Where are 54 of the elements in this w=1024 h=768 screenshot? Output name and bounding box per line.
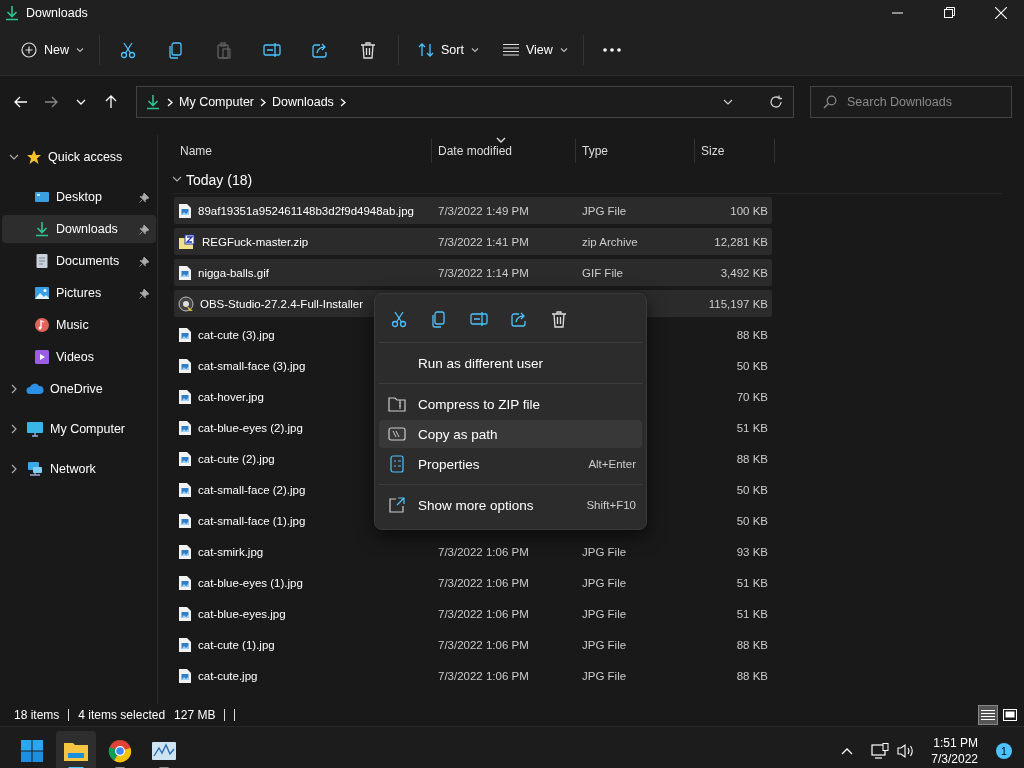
- size-cell: 51 KB: [736, 576, 768, 589]
- file-name: cat-cute (3).jpg: [198, 328, 275, 341]
- date-cell: 7/3/2022 1:06 PM: [438, 607, 529, 620]
- date-cell: 7/3/2022 1:14 PM: [438, 266, 529, 279]
- clock-date: 7/3/2022: [931, 751, 978, 767]
- file-name: cat-hover.jpg: [198, 390, 264, 403]
- file-name: REGFuck-master.zip: [202, 235, 309, 248]
- size-cell: 100 KB: [730, 204, 768, 217]
- window-title: Downloads: [26, 5, 89, 20]
- status-text: 4 items selected: [78, 709, 167, 721]
- file-name: cat-smirk.jpg: [198, 545, 264, 558]
- type-cell: JPG File: [582, 669, 627, 682]
- size-cell: 12,281 KB: [714, 235, 768, 248]
- date-cell: 7/3/2022 1:06 PM: [438, 669, 529, 682]
- clock-time: 1:51 PM: [933, 735, 978, 751]
- type-cell: zip Archive: [582, 235, 638, 248]
- type-cell: JPG File: [582, 576, 627, 589]
- file-name: cat-small-face (3).jpg: [198, 359, 306, 372]
- size-cell: 88 KB: [736, 328, 768, 341]
- size-cell: 93 KB: [736, 545, 768, 558]
- file-name: nigga-balls.gif: [198, 266, 269, 279]
- date-cell: 7/3/2022 1:06 PM: [438, 638, 529, 651]
- size-cell: 50 KB: [736, 483, 768, 496]
- type-cell: GIF File: [582, 266, 623, 279]
- date-cell: 7/3/2022 1:41 PM: [438, 235, 529, 248]
- file-name: cat-cute (2).jpg: [198, 452, 275, 465]
- date-cell: 7/3/2022 1:49 PM: [438, 204, 529, 217]
- date-cell: 7/3/2022 1:06 PM: [438, 545, 529, 558]
- size-cell: 88 KB: [736, 638, 768, 651]
- file-name: cat-blue-eyes (2).jpg: [198, 421, 303, 434]
- type-cell: JPG File: [582, 607, 627, 620]
- type-cell: JPG File: [582, 545, 627, 558]
- status-text: 127 MB: [174, 709, 226, 721]
- file-name: cat-small-face (2).jpg: [198, 483, 306, 496]
- size-cell: 3,492 KB: [720, 266, 768, 279]
- size-cell: 88 KB: [736, 452, 768, 465]
- status-text: 18 items: [14, 709, 70, 721]
- file-name: OBS-Studio-27.2.4-Full-Installer: [200, 297, 363, 310]
- size-cell: 50 KB: [736, 514, 768, 527]
- type-cell: JPG File: [582, 638, 627, 651]
- size-cell: 70 KB: [736, 390, 768, 403]
- size-cell: 88 KB: [736, 669, 768, 682]
- size-cell: 51 KB: [736, 607, 768, 620]
- size-cell: 50 KB: [736, 359, 768, 372]
- size-cell: 115,197 KB: [708, 297, 768, 310]
- file-name: cat-cute.jpg: [198, 669, 258, 682]
- file-name: 89af19351a952461148b3d2f9d4948ab.jpg: [198, 204, 414, 217]
- file-name: cat-small-face (1).jpg: [198, 514, 306, 527]
- file-name: cat-blue-eyes (1).jpg: [198, 576, 303, 589]
- file-name: cat-cute (1).jpg: [198, 638, 275, 651]
- type-cell: JPG File: [582, 204, 627, 217]
- date-cell: 7/3/2022 1:06 PM: [438, 576, 529, 589]
- file-name: cat-blue-eyes.jpg: [198, 607, 286, 620]
- size-cell: 51 KB: [736, 421, 768, 434]
